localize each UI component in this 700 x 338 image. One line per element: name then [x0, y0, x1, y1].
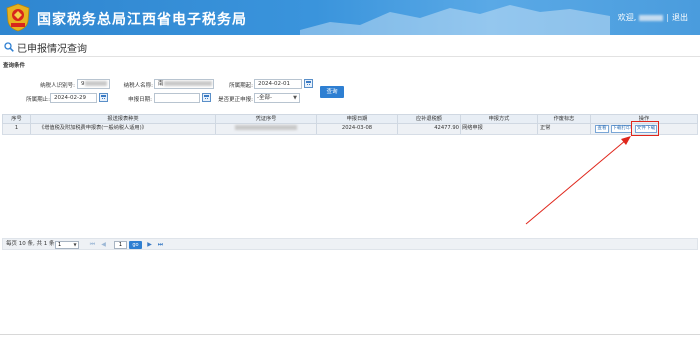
row-voucher-no [216, 124, 316, 134]
last-page-icon[interactable]: ⏭ [156, 240, 165, 249]
prev-page-icon[interactable]: ◀ [99, 240, 108, 249]
page-heading: 已申报情况查询 [4, 39, 87, 55]
correction-label: 是否更正申报: [218, 97, 253, 103]
welcome-label: 欢迎, [617, 13, 637, 22]
redacted-text [235, 125, 297, 130]
user-area: 欢迎, | 退出 [618, 12, 688, 23]
row-declare-date: 2024-03-08 [341, 125, 373, 131]
redacted-text [163, 81, 212, 86]
calendar-icon[interactable] [202, 93, 211, 102]
page-size-select[interactable]: 1 ▼ [55, 241, 79, 249]
correction-selected-value: -全部- [257, 95, 272, 101]
column-header: 作废标志 [553, 116, 575, 122]
great-wall-decoration-icon [300, 5, 610, 35]
header-separator: | [666, 13, 669, 22]
first-page-icon[interactable]: ⏮ [88, 240, 97, 249]
search-icon [4, 42, 14, 52]
taxpayer-name-field[interactable]: 南 [154, 79, 214, 89]
chevron-down-icon: ▼ [73, 242, 77, 247]
page-title: 已申报情况查询 [17, 43, 87, 55]
pager-summary: 每页 10 条, 共 1 条 [6, 241, 55, 247]
period-start-input[interactable]: 2024-02-01 [254, 79, 302, 89]
column-header: 申报日期 [346, 116, 368, 122]
column-header: 申报方式 [488, 116, 510, 122]
top-header: 国家税务总局江西省电子税务局 欢迎, | 退出 [0, 0, 700, 35]
go-button[interactable]: go [129, 241, 142, 249]
chevron-down-icon: ▼ [293, 95, 297, 101]
calendar-icon[interactable] [99, 93, 108, 102]
pagination-bar: 每页 10 条, 共 1 条 1 ▼ ⏮ ◀ 1 go ▶ ⏭ [2, 238, 698, 250]
logout-link[interactable]: 退出 [672, 12, 688, 23]
correction-select[interactable]: -全部- ▼ [254, 93, 300, 103]
column-header: 报送报表种类 [107, 116, 139, 122]
query-button[interactable]: 查询 [320, 86, 344, 98]
period-end-input[interactable]: 2024-02-29 [50, 93, 97, 103]
period-start-label: 所属期起: [229, 83, 253, 89]
username-redacted [639, 14, 664, 21]
red-arrow-icon [525, 136, 631, 225]
next-page-icon[interactable]: ▶ [145, 240, 154, 249]
heading-divider [0, 56, 700, 57]
row-tax-amount: 42477.90 [434, 125, 459, 131]
query-conditions-label: 查询条件 [3, 63, 26, 69]
taxpayer-name-label: 纳税人名称: [123, 83, 153, 89]
row-index: 1 [14, 125, 19, 131]
table-header: 序号 报送报表种类 凭证序号 申报日期 应补退税额 申报方式 作废标志 操作 [2, 114, 698, 124]
column-header: 序号 [11, 116, 22, 122]
row-form-type: 《增值税及附加税费申报表(一般纳税人适用)》 [39, 125, 147, 131]
tax-bureau-emblem-icon [6, 3, 30, 32]
page-size-value: 1 [58, 242, 62, 248]
period-end-label: 所属期止: [26, 97, 50, 103]
taxpayer-id-label: 纳税人识别号: [40, 83, 75, 89]
redacted-text [84, 81, 107, 86]
column-header: 凭证序号 [255, 116, 277, 122]
calendar-icon[interactable] [304, 79, 313, 88]
page-number-input[interactable]: 1 [114, 241, 127, 249]
bottom-divider [0, 334, 700, 335]
site-title: 国家税务总局江西省电子税务局 [37, 12, 247, 28]
declare-date-label: 申报日期: [128, 97, 152, 103]
declare-date-input[interactable] [154, 93, 200, 103]
column-header: 应补退税额 [416, 116, 442, 122]
